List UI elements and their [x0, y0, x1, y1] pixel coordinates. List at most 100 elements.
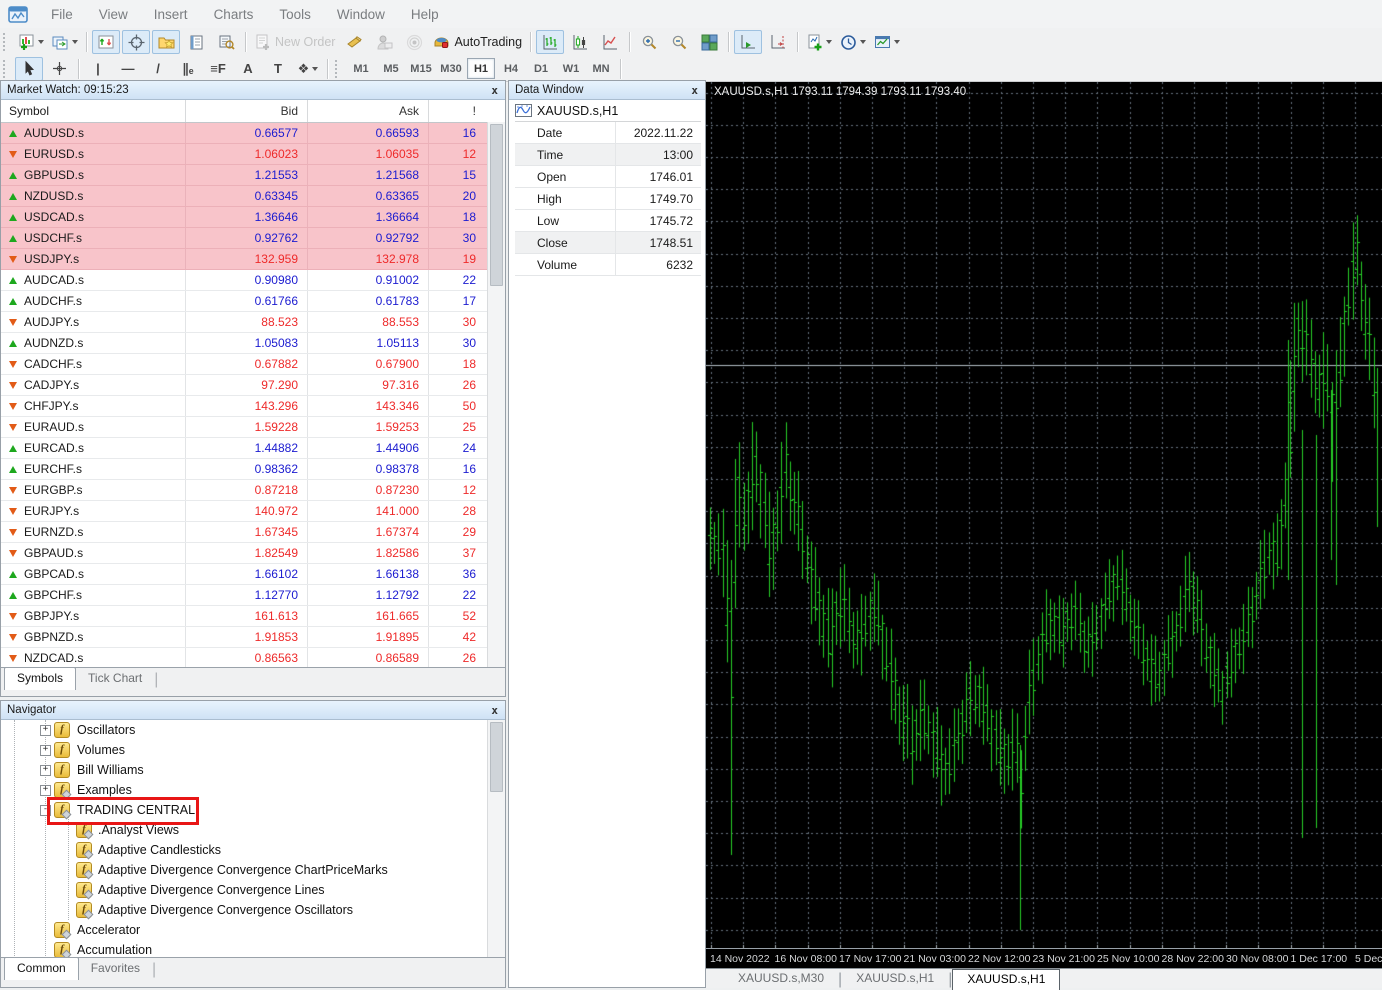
market-watch-row-cadjpy[interactable]: CADJPY.s97.29097.31626 — [1, 375, 505, 396]
chart-tab-2[interactable]: XAUUSD.s,H1 — [952, 969, 1060, 990]
expand-plus-icon[interactable]: + — [40, 765, 51, 776]
horizontal-line-tool[interactable]: — — [114, 57, 142, 81]
text-tool[interactable]: A — [234, 57, 262, 81]
chart-tab-0[interactable]: XAUUSD.s,M30 — [724, 969, 838, 989]
tile-windows-button[interactable] — [695, 30, 723, 54]
navigator-item-volumes[interactable]: +fVolumes — [1, 740, 488, 760]
chevron-down-icon[interactable] — [38, 40, 44, 44]
navigator-item-adaptive-divergence-convergence-chartpricemarks[interactable]: fAdaptive Divergence Convergence ChartPr… — [1, 860, 488, 880]
indicators-button[interactable] — [803, 30, 835, 54]
tab-favorites[interactable]: Favorites — [79, 958, 152, 980]
tab-symbols[interactable]: Symbols — [4, 667, 76, 690]
price-chart-canvas[interactable] — [706, 82, 1382, 948]
navigator-item-adaptive-divergence-convergence-oscillators[interactable]: fAdaptive Divergence Convergence Oscilla… — [1, 900, 488, 920]
market-watch-row-gbpaud[interactable]: GBPAUD.s1.825491.8258637 — [1, 543, 505, 564]
navigator-item-adaptive-candlesticks[interactable]: fAdaptive Candlesticks — [1, 840, 488, 860]
close-icon[interactable]: x — [488, 704, 501, 717]
cursor-tool[interactable] — [15, 57, 43, 81]
scrollbar-thumb[interactable] — [490, 124, 503, 286]
scrollbar-thumb[interactable] — [490, 722, 503, 792]
column-header-bid[interactable]: Bid — [186, 100, 308, 122]
menu-item-file[interactable]: File — [38, 7, 86, 22]
navigator-header[interactable]: Navigator x — [1, 701, 505, 720]
chevron-down-icon[interactable] — [72, 40, 78, 44]
market-watch-row-eurnzd[interactable]: EURNZD.s1.673451.6737429 — [1, 522, 505, 543]
market-watch-row-euraud[interactable]: EURAUD.s1.592281.5925325 — [1, 417, 505, 438]
navigator-item-oscillators[interactable]: +fOscillators — [1, 720, 488, 740]
timeframe-h1[interactable]: H1 — [467, 58, 495, 79]
chevron-down-icon[interactable] — [860, 40, 866, 44]
new-order-button[interactable]: New Order — [251, 30, 338, 54]
market-watch-row-chfjpy[interactable]: CHFJPY.s143.296143.34650 — [1, 396, 505, 417]
market-watch-row-nzdusd[interactable]: NZDUSD.s0.633450.6336520 — [1, 186, 505, 207]
chart-shift-toggle[interactable] — [764, 30, 792, 54]
menu-item-charts[interactable]: Charts — [201, 7, 267, 22]
column-header-ask[interactable]: Ask — [308, 100, 429, 122]
market-watch-row-gbpcad[interactable]: GBPCAD.s1.661021.6613836 — [1, 564, 505, 585]
menu-item-view[interactable]: View — [86, 7, 141, 22]
templates-button[interactable] — [871, 30, 903, 54]
metaeditor-button[interactable] — [340, 30, 368, 54]
data-window-header[interactable]: Data Window x — [509, 81, 705, 100]
navigator-item-adaptive-divergence-convergence-lines[interactable]: fAdaptive Divergence Convergence Lines — [1, 880, 488, 900]
crosshair-tool[interactable] — [45, 57, 73, 81]
column-header-spread[interactable]: ! — [429, 100, 485, 122]
mql5-community-button[interactable] — [370, 30, 398, 54]
trendline-tool[interactable]: / — [144, 57, 172, 81]
market-watch-row-usdjpy[interactable]: USDJPY.s132.959132.97819 — [1, 249, 505, 270]
market-watch-row-usdchf[interactable]: USDCHF.s0.927620.9279230 — [1, 228, 505, 249]
zoom-in-button[interactable] — [635, 30, 663, 54]
market-watch-row-eurgbp[interactable]: EURGBP.s0.872180.8723012 — [1, 480, 505, 501]
timeframe-m15[interactable]: M15 — [407, 58, 435, 79]
market-watch-row-nzdcad[interactable]: NZDCAD.s0.865630.8658926 — [1, 648, 505, 669]
market-watch-row-gbpnzd[interactable]: GBPNZD.s1.918531.9189542 — [1, 627, 505, 648]
close-icon[interactable]: x — [488, 84, 501, 97]
expand-plus-icon[interactable]: + — [40, 785, 51, 796]
expand-plus-icon[interactable]: + — [40, 725, 51, 736]
market-watch-row-eurusd[interactable]: EURUSD.s1.060231.0603512 — [1, 144, 505, 165]
menu-item-help[interactable]: Help — [398, 7, 452, 22]
timeframe-mn[interactable]: MN — [587, 58, 615, 79]
chevron-down-icon[interactable] — [894, 40, 900, 44]
market-watch-row-audchf[interactable]: AUDCHF.s0.617660.6178317 — [1, 291, 505, 312]
market-watch-row-gbpchf[interactable]: GBPCHF.s1.127701.1279222 — [1, 585, 505, 606]
column-header-symbol[interactable]: Symbol — [1, 100, 186, 122]
menu-item-tools[interactable]: Tools — [266, 7, 324, 22]
market-watch-header[interactable]: Market Watch: 09:15:23 x — [1, 81, 505, 100]
timeframe-w1[interactable]: W1 — [557, 58, 585, 79]
strategy-tester-toggle[interactable] — [212, 30, 240, 54]
close-icon[interactable]: x — [688, 84, 701, 97]
menu-item-insert[interactable]: Insert — [141, 7, 201, 22]
timeframe-m30[interactable]: M30 — [437, 58, 465, 79]
arrows-tool[interactable]: ❖ — [294, 57, 322, 81]
navigator-item-accelerator[interactable]: fAccelerator — [1, 920, 488, 940]
tab-common[interactable]: Common — [4, 957, 79, 980]
market-watch-row-audcad[interactable]: AUDCAD.s0.909800.9100222 — [1, 270, 505, 291]
toolbar-grip[interactable] — [3, 60, 10, 78]
auto-scroll-toggle[interactable] — [734, 30, 762, 54]
terminal-toggle[interactable] — [182, 30, 210, 54]
fibonacci-tool[interactable]: ≡F — [204, 57, 232, 81]
market-watch-row-audjpy[interactable]: AUDJPY.s88.52388.55330 — [1, 312, 505, 333]
market-watch-row-eurjpy[interactable]: EURJPY.s140.972141.00028 — [1, 501, 505, 522]
market-watch-row-cadchf[interactable]: CADCHF.s0.678820.6790018 — [1, 354, 505, 375]
market-watch-row-audusd[interactable]: AUDUSD.s0.665770.6659316 — [1, 123, 505, 144]
market-button[interactable] — [400, 30, 428, 54]
market-watch-scrollbar[interactable] — [487, 122, 505, 668]
autotrading-button[interactable]: AutoTrading — [430, 30, 525, 54]
new-chart-button[interactable] — [15, 30, 47, 54]
market-watch-toggle[interactable] — [92, 30, 120, 54]
toolbar-grip[interactable] — [335, 60, 342, 78]
market-watch-row-gbpusd[interactable]: GBPUSD.s1.215531.2156815 — [1, 165, 505, 186]
text-label-tool[interactable]: T — [264, 57, 292, 81]
periods-button[interactable] — [837, 30, 869, 54]
zoom-out-button[interactable] — [665, 30, 693, 54]
navigator-item-accumulation[interactable]: fAccumulation — [1, 940, 488, 957]
tab-tick-chart[interactable]: Tick Chart — [76, 668, 154, 690]
navigator-item-bill-williams[interactable]: +fBill Williams — [1, 760, 488, 780]
menu-item-window[interactable]: Window — [324, 7, 398, 22]
expand-plus-icon[interactable]: + — [40, 745, 51, 756]
chart-time-axis[interactable]: 14 Nov 202216 Nov 08:0017 Nov 17:0021 No… — [706, 948, 1382, 969]
data-window-toggle[interactable] — [122, 30, 150, 54]
candlestick-style-button[interactable] — [566, 30, 594, 54]
